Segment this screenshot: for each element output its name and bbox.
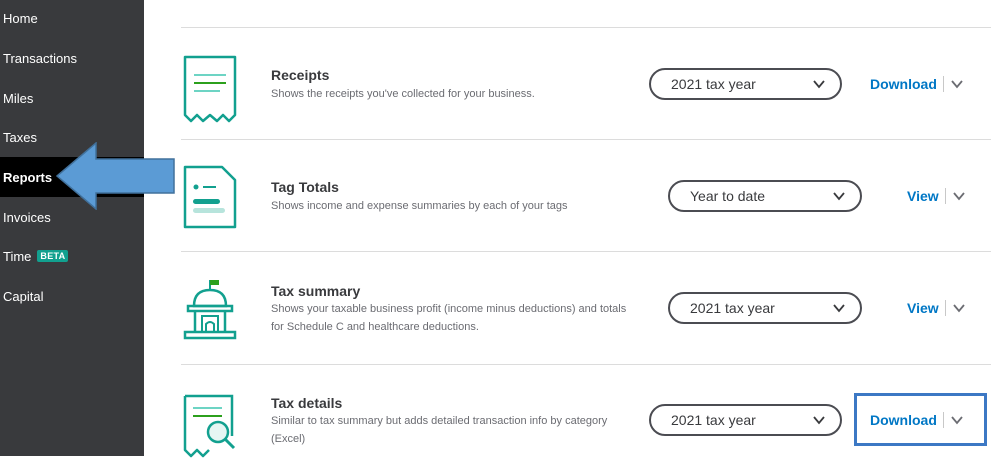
row-divider [181,139,991,140]
receipt-icon [183,55,237,123]
reports-list: Receipts Shows the receipts you've colle… [144,0,999,458]
chevron-down-icon[interactable] [950,77,964,91]
download-label: Download [870,412,944,428]
period-select[interactable]: 2021 tax year [649,404,842,436]
magnifier-document-icon [183,394,236,458]
report-description: Shows the receipts you've collected for … [271,88,535,100]
view-label: View [907,188,946,204]
row-divider [181,27,991,28]
chevron-down-icon[interactable] [952,189,966,203]
period-select-value: Year to date [690,188,765,204]
period-select[interactable]: Year to date [668,180,862,212]
capitol-building-icon [183,280,237,340]
chevron-down-icon [833,304,845,313]
tag-report-icon [183,165,237,229]
sidebar-item-label: Time [3,248,32,264]
beta-badge: BETA [37,250,69,262]
row-divider [181,364,991,365]
sidebar-item-capital[interactable]: Capital [0,276,144,316]
report-description: Shows income and expense summaries by ea… [271,200,568,212]
download-label: Download [870,76,944,92]
sidebar-item-transactions[interactable]: Transactions [0,38,144,78]
view-label: View [907,300,946,316]
sidebar-item-miles[interactable]: Miles [0,78,144,118]
sidebar-item-label: Invoices [3,209,51,225]
report-title: Tax details [271,395,343,411]
sidebar-item-label: Taxes [3,129,37,145]
view-button[interactable]: View [907,183,966,209]
sidebar-item-time[interactable]: Time BETA [0,236,144,276]
report-title: Receipts [271,67,330,83]
period-select[interactable]: 2021 tax year [668,292,862,324]
period-select[interactable]: 2021 tax year [649,68,842,100]
period-select-value: 2021 tax year [690,300,775,316]
sidebar-item-label: Reports [3,169,53,185]
period-select-value: 2021 tax year [671,412,756,428]
report-description: Shows your taxable business profit (inco… [271,303,627,333]
sidebar-item-home[interactable]: Home [0,0,144,38]
sidebar-item-label: Miles [3,90,34,106]
chevron-down-icon [833,192,845,201]
sidebar-item-label: Capital [3,288,44,304]
download-button[interactable]: Download [870,407,964,433]
chevron-down-icon[interactable] [950,413,964,427]
report-title: Tag Totals [271,179,339,195]
chevron-down-icon [813,80,825,89]
download-button[interactable]: Download [870,71,964,97]
chevron-down-icon [813,416,825,425]
view-button[interactable]: View [907,295,966,321]
sidebar: Home Transactions Miles Taxes Reports In… [0,0,144,456]
sidebar-item-label: Home [3,10,38,26]
report-title: Tax summary [271,283,361,299]
sidebar-item-label: Transactions [3,50,77,66]
period-select-value: 2021 tax year [671,76,756,92]
row-divider [181,251,991,252]
chevron-down-icon[interactable] [952,301,966,315]
report-description: Similar to tax summary but adds detailed… [271,415,608,445]
